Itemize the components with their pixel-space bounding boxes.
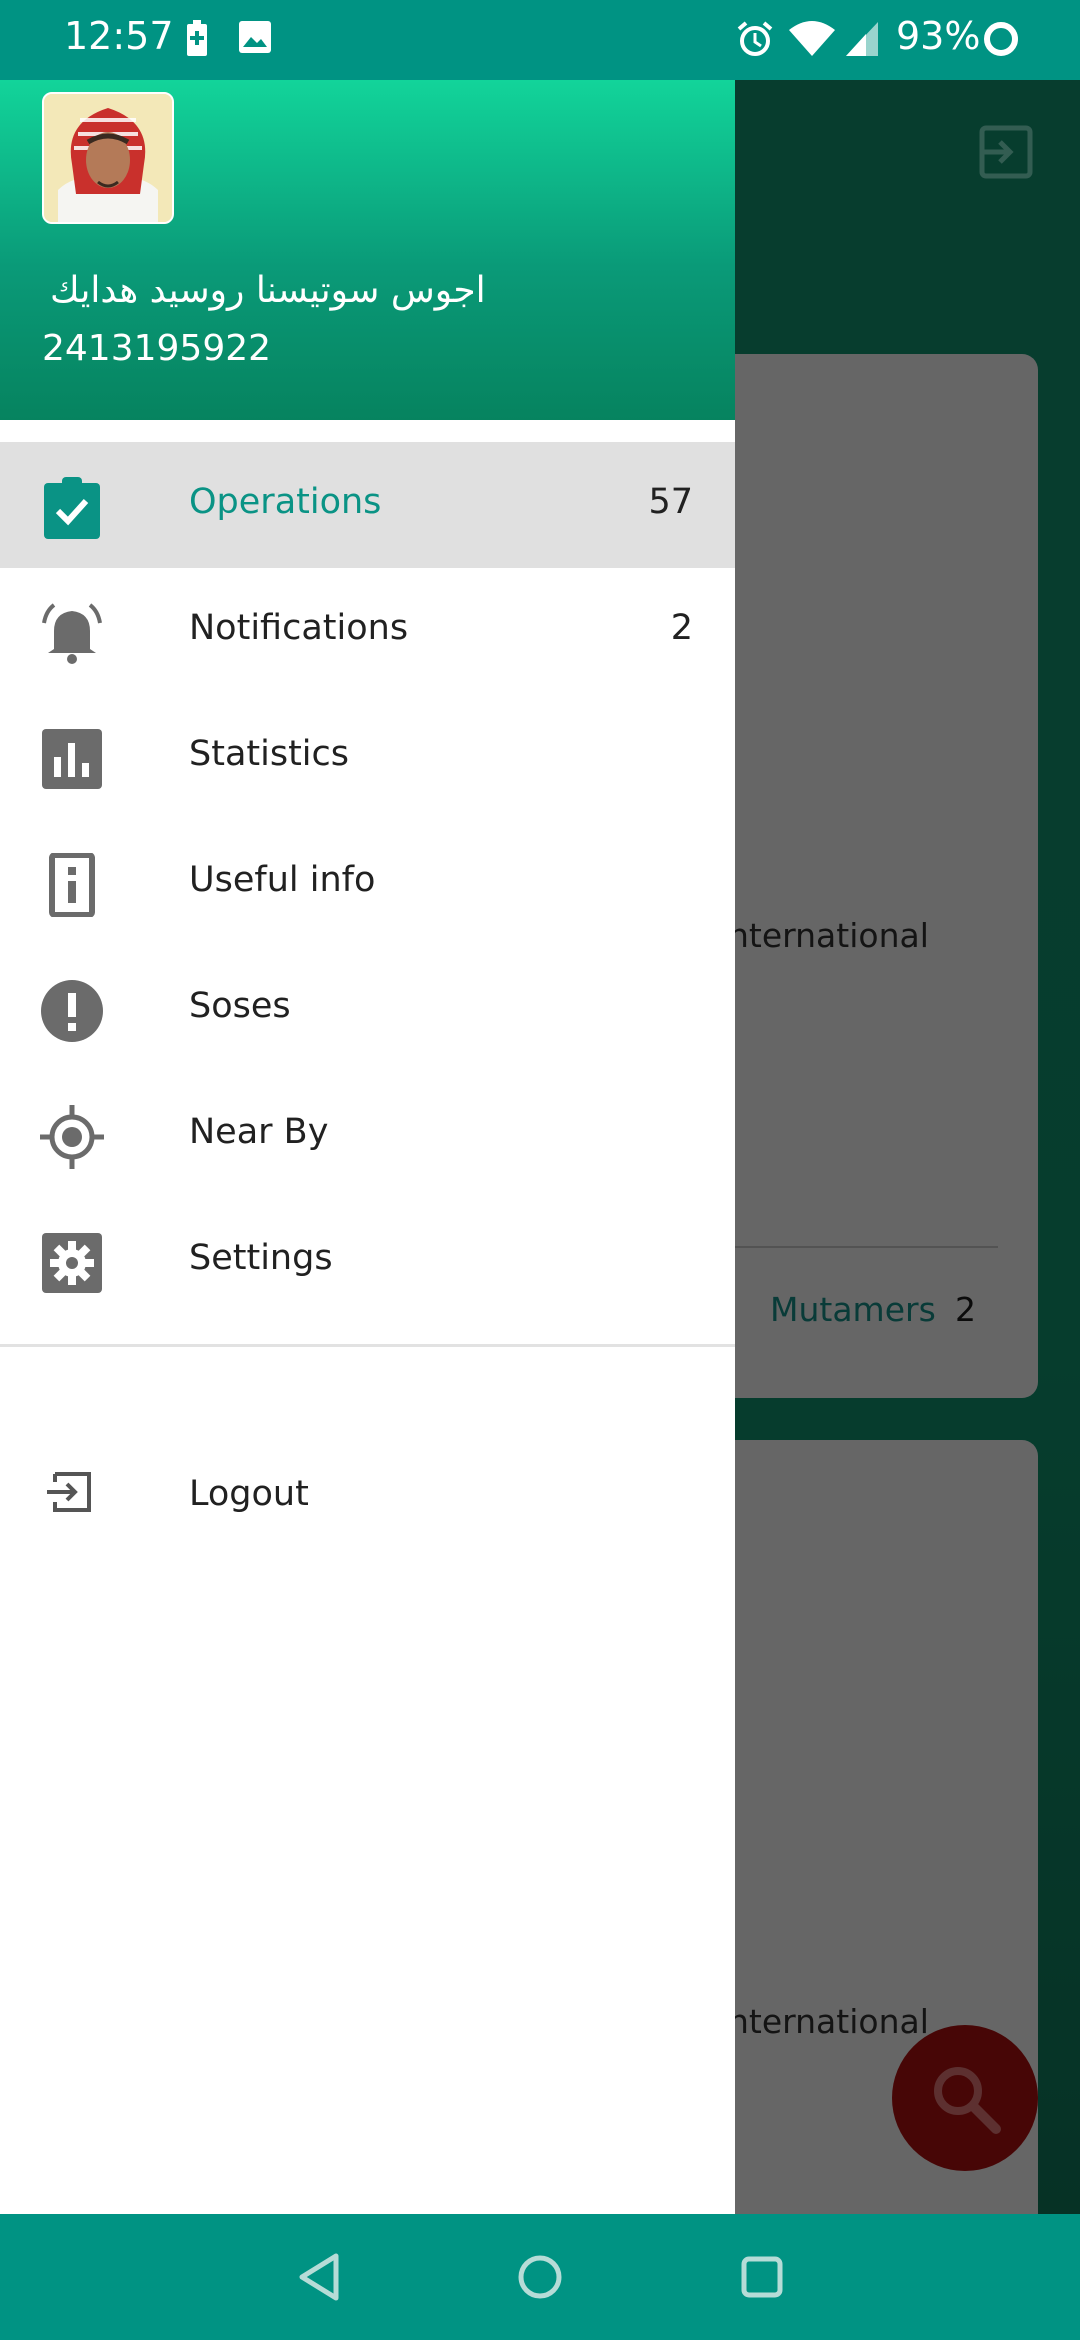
info-icon xyxy=(40,852,104,918)
alert-icon xyxy=(40,979,104,1043)
menu-item-logout[interactable]: Logout xyxy=(0,1430,735,1556)
menu-label: Settings xyxy=(189,1238,333,1278)
gear-icon xyxy=(40,1231,104,1295)
drawer-header: اجوس سوتيسنا روسيد هدايك 2413195922 xyxy=(0,80,735,420)
gps-target-icon xyxy=(40,1105,104,1169)
menu-label: Useful info xyxy=(189,860,376,900)
menu-label: Operations xyxy=(189,482,382,522)
signal-icon xyxy=(844,20,880,62)
menu-item-useful-info[interactable]: Useful info xyxy=(0,820,735,946)
menu-count: 2 xyxy=(670,608,693,648)
menu-item-settings[interactable]: Settings xyxy=(0,1198,735,1324)
bell-icon xyxy=(40,601,104,665)
menu-item-operations[interactable]: Operations 57 xyxy=(0,442,735,568)
menu-label: Logout xyxy=(189,1474,309,1514)
recents-icon[interactable] xyxy=(738,2252,786,2306)
wifi-icon xyxy=(788,20,836,62)
clipboard-check-icon xyxy=(40,475,104,539)
battery-percent: 93% xyxy=(896,14,981,58)
menu-item-near-by[interactable]: Near By xyxy=(0,1072,735,1198)
back-icon[interactable] xyxy=(296,2252,344,2306)
system-nav-bar xyxy=(0,2214,1080,2340)
avatar[interactable] xyxy=(42,92,174,224)
bar-chart-icon xyxy=(40,727,104,791)
menu-divider xyxy=(0,1344,735,1347)
logout-icon xyxy=(45,1470,93,1518)
battery-ring-icon xyxy=(982,20,1020,62)
navigation-drawer: اجوس سوتيسنا روسيد هدايك 2413195922 Oper… xyxy=(0,80,735,2214)
menu-label: Statistics xyxy=(189,734,349,774)
battery-charging-icon xyxy=(184,20,210,62)
user-id: 2413195922 xyxy=(42,328,272,369)
status-time: 12:57 xyxy=(64,14,174,58)
menu-item-statistics[interactable]: Statistics xyxy=(0,694,735,820)
user-name: اجوس سوتيسنا روسيد هدايك xyxy=(50,270,486,311)
menu-count: 57 xyxy=(648,482,693,522)
status-bar: 12:57 93% xyxy=(0,0,1080,80)
image-icon xyxy=(238,20,272,58)
drawer-menu: Operations 57 Notifications 2 Statistics… xyxy=(0,442,735,1324)
home-icon[interactable] xyxy=(516,2252,564,2306)
menu-item-notifications[interactable]: Notifications 2 xyxy=(0,568,735,694)
menu-label: Near By xyxy=(189,1112,329,1152)
menu-item-soses[interactable]: Soses xyxy=(0,946,735,1072)
menu-label: Soses xyxy=(189,986,291,1026)
alarm-icon xyxy=(736,20,774,62)
menu-label: Notifications xyxy=(189,608,409,648)
